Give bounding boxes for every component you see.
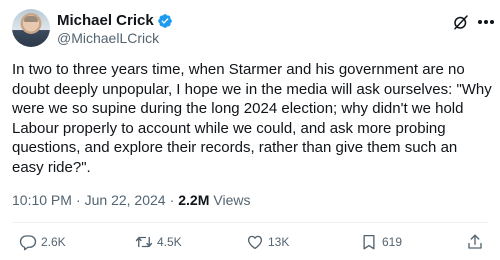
divider xyxy=(12,222,488,223)
repost-count: 4.5K xyxy=(157,235,182,249)
bookmark-button[interactable]: 619 xyxy=(360,232,402,252)
grok-icon[interactable] xyxy=(452,13,470,31)
verified-badge-icon[interactable] xyxy=(157,13,173,29)
views-label: Views xyxy=(213,192,251,208)
tweet-date[interactable]: Jun 22, 2024 xyxy=(85,191,166,209)
repost-button[interactable]: 4.5K xyxy=(135,232,182,252)
action-bar: 2.6K 4.5K 13K 619 xyxy=(0,232,500,252)
meta-separator: · xyxy=(169,192,175,208)
more-dot xyxy=(490,20,494,24)
repost-icon xyxy=(135,236,153,248)
tweet-text: In two to three years time, when Starmer… xyxy=(12,61,496,176)
avatar-hair xyxy=(24,16,38,22)
avatar[interactable] xyxy=(12,9,50,47)
more-dot xyxy=(484,20,488,24)
like-count: 13K xyxy=(268,235,290,249)
share-icon xyxy=(468,234,482,249)
views-count: 2.2M xyxy=(178,192,210,208)
reply-count: 2.6K xyxy=(41,235,66,249)
more-dot xyxy=(478,20,482,24)
reply-button[interactable]: 2.6K xyxy=(19,232,66,252)
bookmark-count: 619 xyxy=(382,235,403,249)
meta-separator: · xyxy=(75,192,81,208)
tweet-metadata: 10:10 PM · Jun 22, 2024 · 2.2M Views xyxy=(12,191,250,209)
more-icon[interactable] xyxy=(478,20,494,24)
author-display-name[interactable]: Michael Crick xyxy=(57,12,154,30)
author-handle[interactable]: @MichaelLCrick xyxy=(57,30,159,47)
like-button[interactable]: 13K xyxy=(246,232,289,252)
tweet-time[interactable]: 10:10 PM xyxy=(12,191,72,209)
heart-icon xyxy=(247,235,263,250)
reply-icon xyxy=(19,235,37,251)
bookmark-icon xyxy=(363,234,375,250)
tweet-card: Michael Crick @MichaelLCrick In two to t… xyxy=(0,0,500,260)
author-name-row: Michael Crick xyxy=(57,12,173,30)
share-button[interactable] xyxy=(466,232,484,252)
